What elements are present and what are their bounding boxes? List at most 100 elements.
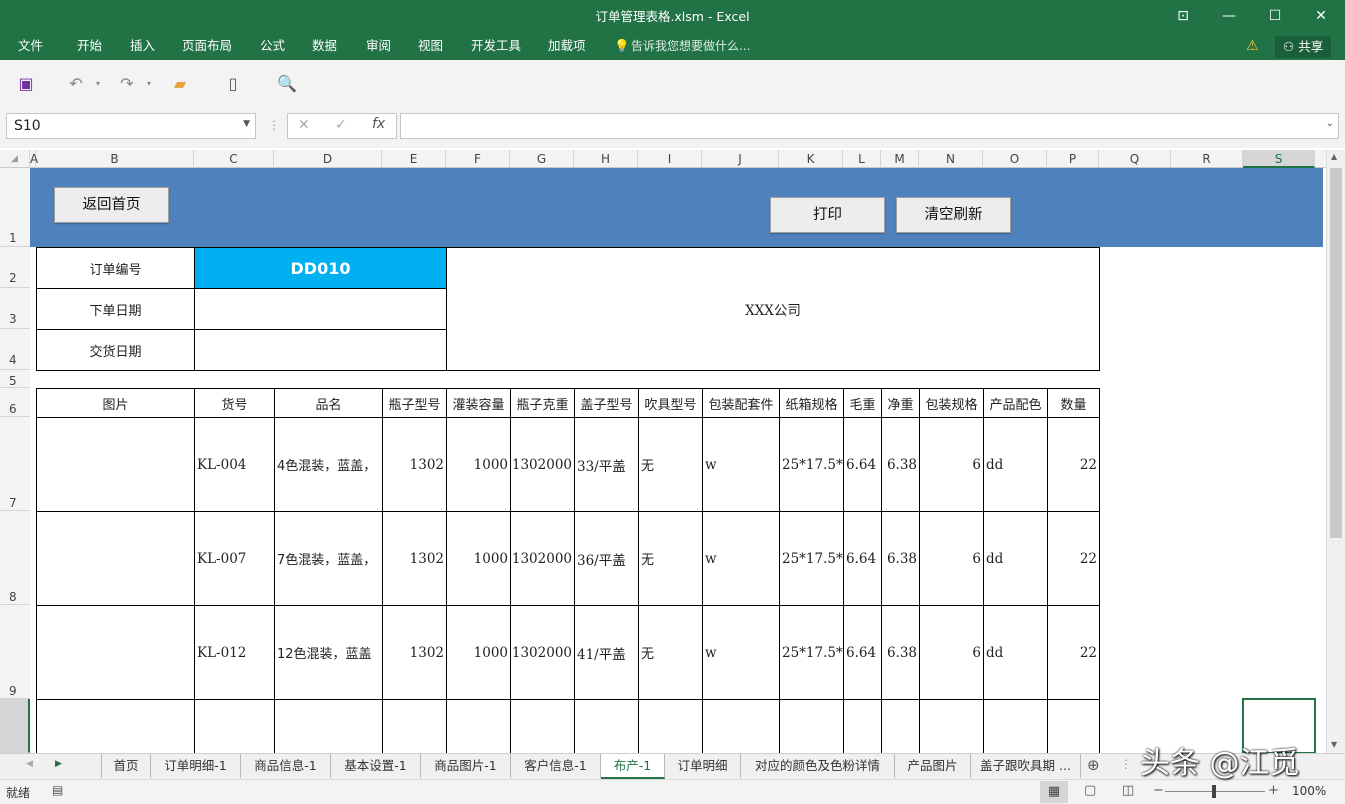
close-button[interactable]: ✕ (1298, 0, 1344, 34)
more-options-icon[interactable]: ⋮ (268, 118, 280, 132)
table-cell[interactable]: 22 (1047, 511, 1100, 606)
vertical-scrollbar[interactable]: ▲ ▼ (1326, 150, 1345, 753)
table-cell[interactable]: 7色混装，蓝盖， (274, 511, 383, 606)
formula-input[interactable]: ⌄ (400, 113, 1339, 139)
table-cell[interactable]: 1000 (446, 605, 511, 700)
tell-me-search[interactable]: 告诉我您想要做什么... (631, 34, 750, 60)
column-header[interactable]: K (779, 150, 843, 168)
sheet-tab-active[interactable]: 布产-1 (601, 754, 665, 779)
company-name[interactable]: XXX公司 (446, 247, 1100, 371)
column-header[interactable]: L (843, 150, 881, 168)
product-image-cell[interactable] (36, 417, 195, 512)
ribbon-display-options-icon[interactable]: ⊡ (1160, 0, 1206, 34)
table-cell[interactable]: w (702, 605, 780, 700)
undo-dropdown-icon[interactable]: ▾ (86, 60, 110, 108)
order-no-value[interactable]: DD010 (194, 247, 447, 289)
back-home-button[interactable]: 返回首页 (54, 187, 169, 223)
zoom-in-icon[interactable]: + (1268, 783, 1279, 798)
column-header[interactable]: F (446, 150, 510, 168)
column-header[interactable]: G (510, 150, 574, 168)
enter-icon[interactable]: ✓ (335, 117, 347, 133)
table-cell[interactable]: 6.38 (881, 511, 920, 606)
row-header[interactable]: 9 (0, 605, 30, 699)
table-cell[interactable]: dd (983, 605, 1048, 700)
new-document-icon[interactable]: ▯ (221, 60, 245, 108)
row-header[interactable]: 6 (0, 388, 30, 417)
table-cell[interactable]: 6.38 (881, 417, 920, 512)
sheet-tab[interactable]: 订单明细-1 (151, 754, 241, 778)
table-cell[interactable] (881, 699, 920, 759)
table-cell[interactable] (919, 699, 984, 759)
scroll-up-icon[interactable]: ▲ (1331, 152, 1337, 161)
column-header[interactable]: J (702, 150, 779, 168)
table-cell[interactable]: 22 (1047, 605, 1100, 700)
table-cell[interactable]: 36/平盖 (574, 511, 639, 606)
table-cell[interactable] (843, 699, 882, 759)
scroll-tabs-right-icon[interactable]: ▶ (55, 759, 62, 769)
column-header-selected[interactable]: S (1243, 150, 1315, 168)
column-header[interactable]: B (36, 150, 194, 168)
redo-icon[interactable]: ↷ (115, 60, 139, 108)
cancel-icon[interactable]: ✕ (298, 117, 310, 133)
table-cell[interactable]: 1302000 (510, 605, 575, 700)
sheet-tab[interactable]: 对应的颜色及色粉详情 (741, 754, 895, 778)
table-cell[interactable]: 1302 (382, 417, 447, 512)
column-header[interactable]: H (574, 150, 638, 168)
expand-formula-icon[interactable]: ⌄ (1326, 118, 1334, 129)
column-header[interactable]: O (983, 150, 1047, 168)
print-preview-icon[interactable]: 🔍 (275, 60, 299, 108)
tab-home[interactable]: 开始 (77, 34, 102, 60)
scroll-down-icon[interactable]: ▼ (1331, 740, 1337, 749)
column-header[interactable]: I (638, 150, 702, 168)
table-cell[interactable]: 1302000 (510, 417, 575, 512)
sheet-tab[interactable]: 客户信息-1 (511, 754, 601, 778)
table-cell[interactable]: 12色混装，蓝盖 (274, 605, 383, 700)
page-break-view-icon[interactable]: ◫ (1122, 783, 1134, 798)
table-cell[interactable] (702, 699, 780, 759)
page-layout-view-icon[interactable]: ▢ (1084, 783, 1096, 798)
sheet-tab[interactable]: 商品信息-1 (241, 754, 331, 778)
delivery-date-value[interactable] (194, 329, 447, 371)
table-cell[interactable]: 1302000 (510, 511, 575, 606)
sheet-tab[interactable]: 基本设置-1 (331, 754, 421, 778)
product-image-cell[interactable] (36, 605, 195, 700)
row-header[interactable]: 4 (0, 329, 30, 370)
table-cell[interactable] (574, 699, 639, 759)
table-cell[interactable]: 25*17.5* (779, 417, 844, 512)
add-sheet-icon[interactable]: ⊕ (1087, 756, 1100, 774)
redo-dropdown-icon[interactable]: ▾ (137, 60, 161, 108)
select-all-icon[interactable]: ◢ (0, 150, 30, 168)
scroll-thumb[interactable] (1330, 168, 1342, 538)
row-header[interactable]: 3 (0, 288, 30, 329)
table-cell[interactable]: KL-007 (194, 511, 275, 606)
column-header[interactable]: E (382, 150, 446, 168)
sheet-tab[interactable]: 首页 (101, 754, 151, 778)
undo-icon[interactable]: ↶ (64, 60, 88, 108)
table-cell[interactable]: 22 (1047, 417, 1100, 512)
table-cell[interactable]: 无 (638, 417, 703, 512)
tab-file[interactable]: 文件 (18, 34, 43, 60)
table-cell[interactable]: 6 (919, 511, 984, 606)
table-cell[interactable]: 1000 (446, 511, 511, 606)
column-header[interactable]: C (194, 150, 274, 168)
table-cell[interactable] (274, 699, 383, 759)
row-header[interactable]: 8 (0, 511, 30, 605)
tab-developer[interactable]: 开发工具 (471, 34, 521, 60)
chevron-down-icon[interactable]: ▼ (243, 119, 250, 129)
table-cell[interactable] (446, 699, 511, 759)
table-cell[interactable]: 1302 (382, 605, 447, 700)
sheet-tab[interactable]: 订单明细 (665, 754, 741, 778)
row-header[interactable]: 2 (0, 247, 30, 288)
table-cell[interactable]: 6.64 (843, 511, 882, 606)
minimize-button[interactable]: — (1206, 0, 1252, 34)
table-cell[interactable]: 无 (638, 605, 703, 700)
table-cell[interactable] (510, 699, 575, 759)
table-cell[interactable]: 33/平盖 (574, 417, 639, 512)
tab-page-layout[interactable]: 页面布局 (182, 34, 232, 60)
tab-splitter-icon[interactable]: ⋮ (1120, 757, 1132, 771)
normal-view-icon[interactable]: ▦ (1040, 781, 1068, 803)
table-cell[interactable]: 无 (638, 511, 703, 606)
product-image-cell[interactable] (36, 511, 195, 606)
table-cell[interactable]: w (702, 511, 780, 606)
row-header[interactable]: 7 (0, 417, 30, 511)
